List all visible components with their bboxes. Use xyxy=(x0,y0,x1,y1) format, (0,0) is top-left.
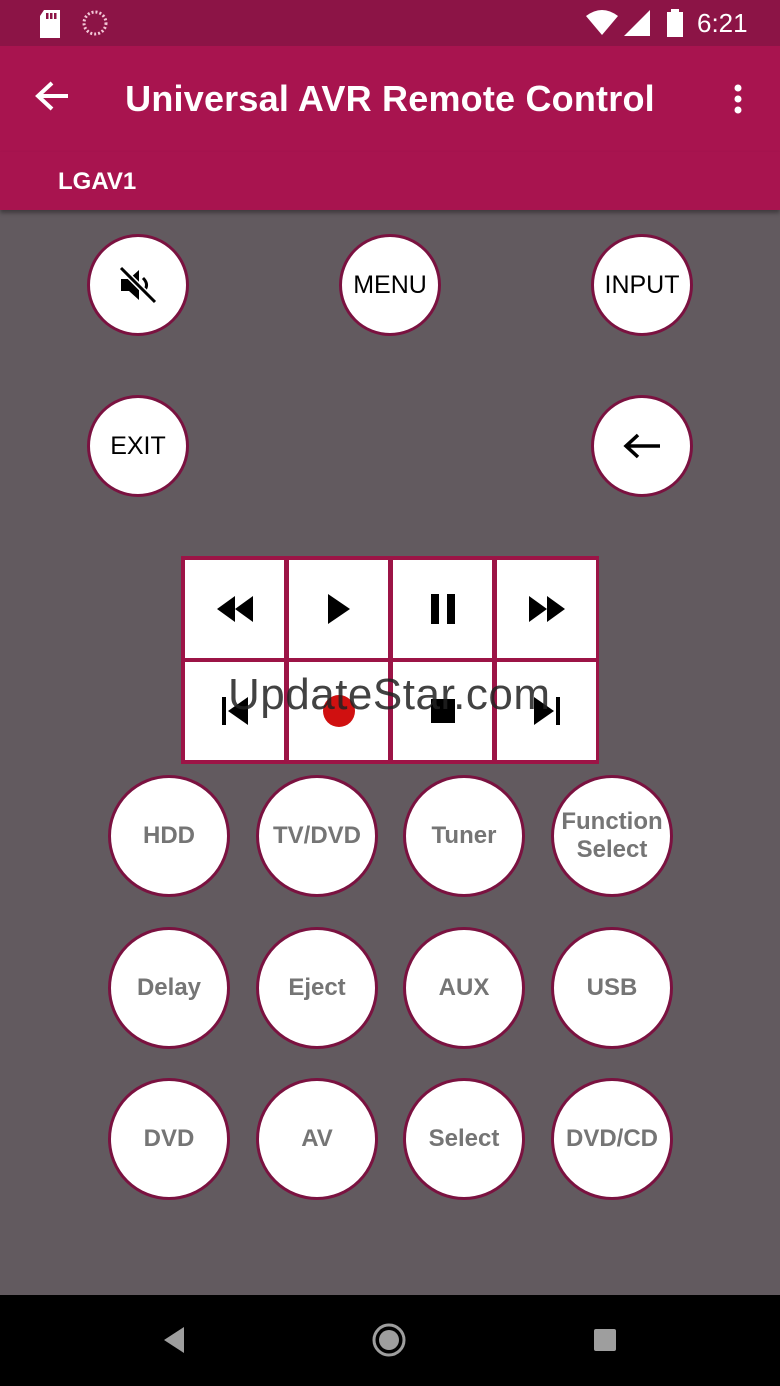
select-label: Select xyxy=(428,1125,500,1152)
return-button[interactable] xyxy=(591,395,693,497)
record-button[interactable] xyxy=(289,662,388,760)
dvd-label: DVD xyxy=(143,1125,195,1152)
dvd-cd-button[interactable]: DVD/CD xyxy=(551,1078,673,1200)
device-tab-bar: LGAV1 xyxy=(0,152,780,210)
nav-recents-icon[interactable] xyxy=(594,1329,616,1351)
usb-button[interactable]: USB xyxy=(551,927,673,1049)
tv-dvd-label: TV/DVD xyxy=(272,822,361,849)
sync-icon xyxy=(82,10,108,36)
dvd-button[interactable]: DVD xyxy=(108,1078,230,1200)
exit-button[interactable]: EXIT xyxy=(87,395,189,497)
input-button-label: INPUT xyxy=(604,270,680,299)
skip-next-icon xyxy=(533,697,560,725)
nav-home-icon[interactable] xyxy=(371,1322,407,1358)
record-icon xyxy=(322,695,355,727)
tuner-label: Tuner xyxy=(431,822,497,849)
fast-forward-button[interactable] xyxy=(497,560,596,658)
play-button[interactable] xyxy=(289,560,388,658)
delay-label: Delay xyxy=(136,974,202,1001)
status-bar: 6:21 xyxy=(0,0,780,46)
tuner-button[interactable]: Tuner xyxy=(403,775,525,897)
sd-card-icon xyxy=(40,10,60,38)
more-vert-icon[interactable] xyxy=(726,82,750,118)
battery-icon xyxy=(667,9,683,37)
wifi-icon xyxy=(586,10,618,35)
app-title: Universal AVR Remote Control xyxy=(125,78,655,119)
next-button[interactable] xyxy=(497,662,596,760)
app-bar: Universal AVR Remote Control xyxy=(0,46,780,152)
delay-button[interactable]: Delay xyxy=(108,927,230,1049)
stop-icon xyxy=(430,699,455,723)
pause-icon xyxy=(430,594,455,624)
hdd-button[interactable]: HDD xyxy=(108,775,230,897)
rewind-icon xyxy=(216,596,253,622)
function-select-label: FunctionSelect xyxy=(561,808,663,863)
av-button[interactable]: AV xyxy=(256,1078,378,1200)
system-nav-bar xyxy=(0,1295,780,1386)
function-select-button[interactable]: FunctionSelect xyxy=(551,775,673,897)
menu-button-label: MENU xyxy=(353,270,427,299)
aux-label: AUX xyxy=(438,974,490,1001)
eject-label: Eject xyxy=(288,974,346,1001)
skip-previous-icon xyxy=(221,697,248,725)
stop-button[interactable] xyxy=(393,662,492,760)
status-time: 6:21 xyxy=(697,8,748,38)
aux-button[interactable]: AUX xyxy=(403,927,525,1049)
tv-dvd-button[interactable]: TV/DVD xyxy=(256,775,378,897)
eject-button[interactable]: Eject xyxy=(256,927,378,1049)
hdd-label: HDD xyxy=(143,822,195,849)
menu-button[interactable]: MENU xyxy=(339,234,441,336)
usb-label: USB xyxy=(586,974,638,1001)
arrow-left-icon xyxy=(623,433,660,459)
rewind-button[interactable] xyxy=(185,560,284,658)
dvd-cd-label: DVD/CD xyxy=(565,1125,658,1152)
av-label: AV xyxy=(301,1125,333,1152)
mute-icon xyxy=(118,265,158,305)
play-icon xyxy=(327,594,350,624)
nav-back-icon[interactable] xyxy=(162,1327,186,1353)
device-tab[interactable]: LGAV1 xyxy=(58,168,136,196)
mute-button[interactable] xyxy=(87,234,189,336)
input-button[interactable]: INPUT xyxy=(591,234,693,336)
media-controls-grid xyxy=(181,556,599,764)
cellular-icon xyxy=(624,10,650,36)
exit-button-label: EXIT xyxy=(110,431,166,460)
fast-forward-icon xyxy=(528,596,565,622)
previous-button[interactable] xyxy=(185,662,284,760)
pause-button[interactable] xyxy=(393,560,492,658)
select-button[interactable]: Select xyxy=(403,1078,525,1200)
